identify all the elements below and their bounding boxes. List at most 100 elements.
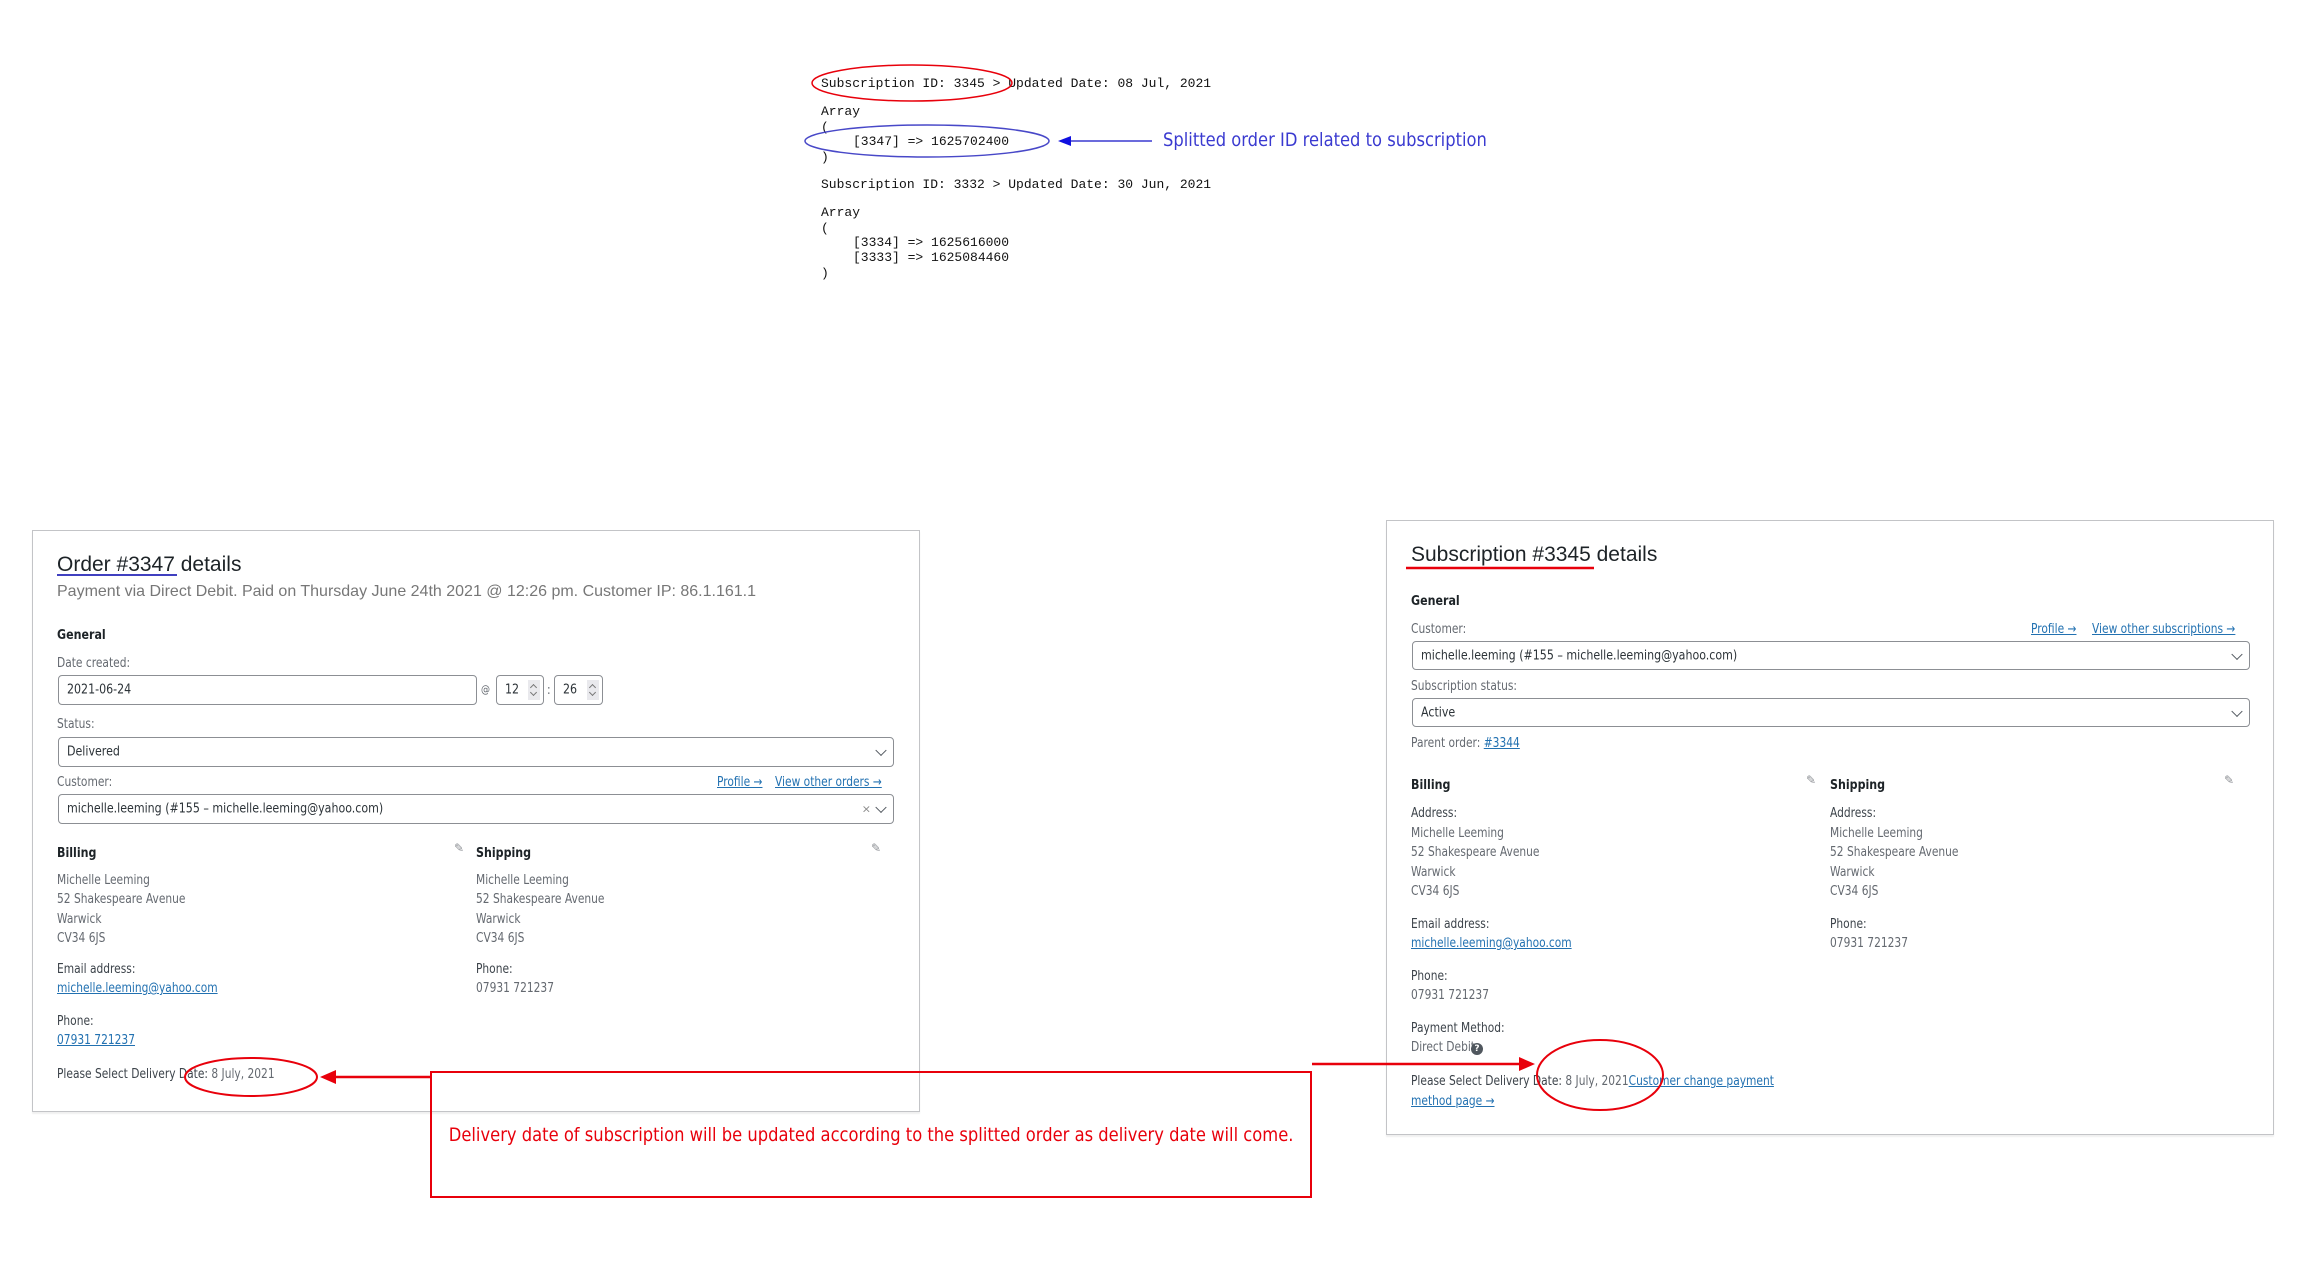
subscription-status-value: Active: [1421, 705, 1456, 720]
billing-email-label: Email address:: [57, 962, 136, 977]
billing-phone-link[interactable]: 07931 721237: [57, 1033, 135, 1048]
billing-address-line: CV34 6JS: [57, 931, 106, 946]
payment-method-value: Direct Debit: [1411, 1040, 1475, 1055]
billing-address-line: 52 Shakespeare Avenue: [57, 892, 186, 907]
subscription-status-select[interactable]: Active: [1412, 698, 2250, 727]
billing-heading: Billing: [57, 845, 97, 861]
edit-shipping-pencil-icon[interactable]: ✎: [871, 842, 881, 854]
edit-billing-pencil-icon[interactable]: ✎: [454, 842, 464, 854]
shipping-address-line: Warwick: [1830, 865, 1875, 880]
subscription-details-panel: Subscription #3345 details General Custo…: [1386, 520, 2274, 1135]
view-other-subscriptions-link[interactable]: View other subscriptions →: [2092, 622, 2235, 637]
date-created-input[interactable]: 2021-06-24: [58, 675, 477, 705]
blue-arrow-head: [1058, 136, 1071, 146]
minute-value: 26: [563, 682, 578, 698]
shipping-phone-value: 07931 721237: [476, 981, 555, 996]
shipping-address-line: 52 Shakespeare Avenue: [476, 892, 605, 907]
subscription-status-label: Subscription status:: [1411, 679, 1517, 694]
edit-billing-pencil-icon[interactable]: ✎: [1806, 774, 1816, 786]
billing-email-label: Email address:: [1411, 917, 1490, 932]
billing-email-link[interactable]: michelle.leeming@yahoo.com: [1411, 936, 1572, 951]
billing-address-line: Michelle Leeming: [1411, 826, 1504, 841]
order-payment-subtitle: Payment via Direct Debit. Paid on Thursd…: [57, 583, 756, 600]
view-other-orders-link[interactable]: View other orders →: [775, 775, 882, 790]
general-heading: General: [1411, 593, 1460, 609]
billing-address-line: Warwick: [1411, 865, 1456, 880]
shipping-address-line: Warwick: [476, 912, 521, 927]
status-label: Status:: [57, 717, 95, 732]
customer-label: Customer:: [1411, 622, 1467, 637]
parent-order-row: Parent order: #3344: [1411, 736, 1520, 751]
chevron-down-icon: [875, 801, 887, 814]
subscription-title: Subscription #3345 details: [1411, 543, 1658, 566]
delivery-label: Please Select Delivery: [1411, 1074, 1530, 1089]
debug-entry: [3334] => 1625616000: [853, 235, 1010, 250]
billing-address-line: Michelle Leeming: [57, 873, 150, 888]
debug-open-paren-1: (: [821, 120, 829, 135]
splitted-order-annotation: Splitted order ID related to subscriptio…: [1163, 129, 1487, 151]
billing-phone-label: Phone:: [1411, 969, 1448, 984]
order-details-panel: Order #3347 details Payment via Direct D…: [32, 530, 920, 1112]
general-heading: General: [57, 627, 106, 643]
shipping-address-line: CV34 6JS: [476, 931, 525, 946]
hour-input[interactable]: 12: [496, 675, 544, 705]
delivery-date-value: 8 July, 2021: [211, 1067, 275, 1082]
billing-email-link[interactable]: michelle.leeming@yahoo.com: [57, 981, 218, 996]
change-payment-method-link[interactable]: Customer change payment: [1629, 1074, 1774, 1089]
shipping-heading: Shipping: [476, 845, 532, 861]
customer-select[interactable]: michelle.leeming (#155 – michelle.leemin…: [58, 794, 894, 824]
debug-open-paren-2: (: [821, 221, 829, 236]
shipping-heading: Shipping: [1830, 777, 1886, 793]
billing-address-line: CV34 6JS: [1411, 884, 1460, 899]
status-select[interactable]: Delivered: [58, 737, 894, 767]
delivery-label: Please Select Delivery: [57, 1067, 176, 1082]
debug-close-paren-2: ): [821, 266, 829, 281]
billing-address-label: Address:: [1411, 806, 1458, 821]
delivery-date-value: 8 July, 2021: [1565, 1074, 1629, 1089]
minute-input[interactable]: 26: [554, 675, 603, 705]
help-icon[interactable]: ?: [1471, 1043, 1483, 1055]
delivery-date-label: Date:: [1532, 1074, 1562, 1089]
date-created-value: 2021-06-24: [67, 682, 132, 698]
customer-select[interactable]: michelle.leeming (#155 – michelle.leemin…: [1412, 641, 2250, 670]
date-created-label: Date created:: [57, 656, 131, 671]
billing-phone-value: 07931 721237: [1411, 988, 1490, 1003]
edit-shipping-pencil-icon[interactable]: ✎: [2224, 774, 2234, 786]
order-title: Order #3347 details: [57, 553, 242, 576]
billing-address-line: 52 Shakespeare Avenue: [1411, 845, 1540, 860]
change-payment-method-link-cont[interactable]: method page →: [1411, 1094, 1495, 1109]
chevron-down-icon: [875, 744, 887, 757]
parent-order-link[interactable]: #3344: [1484, 736, 1520, 751]
chevron-down-icon: [2231, 705, 2243, 717]
profile-link[interactable]: Profile →: [2031, 622, 2076, 637]
debug-header-1: Subscription ID: 3345 > Updated Date: 08…: [821, 76, 1212, 91]
delivery-update-annotation-text: Delivery date of subscription will be up…: [448, 1123, 1294, 1146]
at-symbol: @: [481, 683, 491, 696]
delivery-date-row: Please Select Delivery Date: 8 July, 202…: [57, 1067, 275, 1082]
delivery-date-label: Date:: [178, 1067, 208, 1082]
minute-spinner-icon[interactable]: [587, 680, 599, 700]
clear-icon[interactable]: ×: [862, 803, 871, 816]
hour-spinner-icon[interactable]: [528, 680, 540, 700]
chevron-down-icon: [2231, 648, 2243, 660]
shipping-address-line: Michelle Leeming: [476, 873, 569, 888]
shipping-address-line: Michelle Leeming: [1830, 826, 1923, 841]
customer-value: michelle.leeming (#155 – michelle.leemin…: [1421, 648, 1738, 663]
shipping-phone-value: 07931 721237: [1830, 936, 1909, 951]
customer-label: Customer:: [57, 775, 113, 790]
debug-entry: [3333] => 1625084460: [853, 250, 1010, 265]
shipping-address-line: CV34 6JS: [1830, 884, 1879, 899]
delivery-update-annotation: Delivery date of subscription will be up…: [430, 1071, 1312, 1198]
debug-header-2: Subscription ID: 3332 > Updated Date: 30…: [821, 177, 1212, 192]
billing-heading: Billing: [1411, 777, 1451, 793]
parent-order-label: Parent order:: [1411, 736, 1481, 751]
billing-phone-label: Phone:: [57, 1014, 94, 1029]
debug-array-label-2: Array: [821, 205, 861, 220]
debug-entry: [3347] => 1625702400: [853, 134, 1010, 149]
payment-method-label: Payment Method:: [1411, 1021, 1505, 1036]
billing-address-line: Warwick: [57, 912, 102, 927]
delivery-date-row: Please Select Delivery Date: 8 July, 202…: [1411, 1074, 1774, 1089]
profile-link[interactable]: Profile →: [717, 775, 762, 790]
customer-value: michelle.leeming (#155 – michelle.leemin…: [67, 801, 384, 817]
debug-array-label-1: Array: [821, 104, 861, 119]
